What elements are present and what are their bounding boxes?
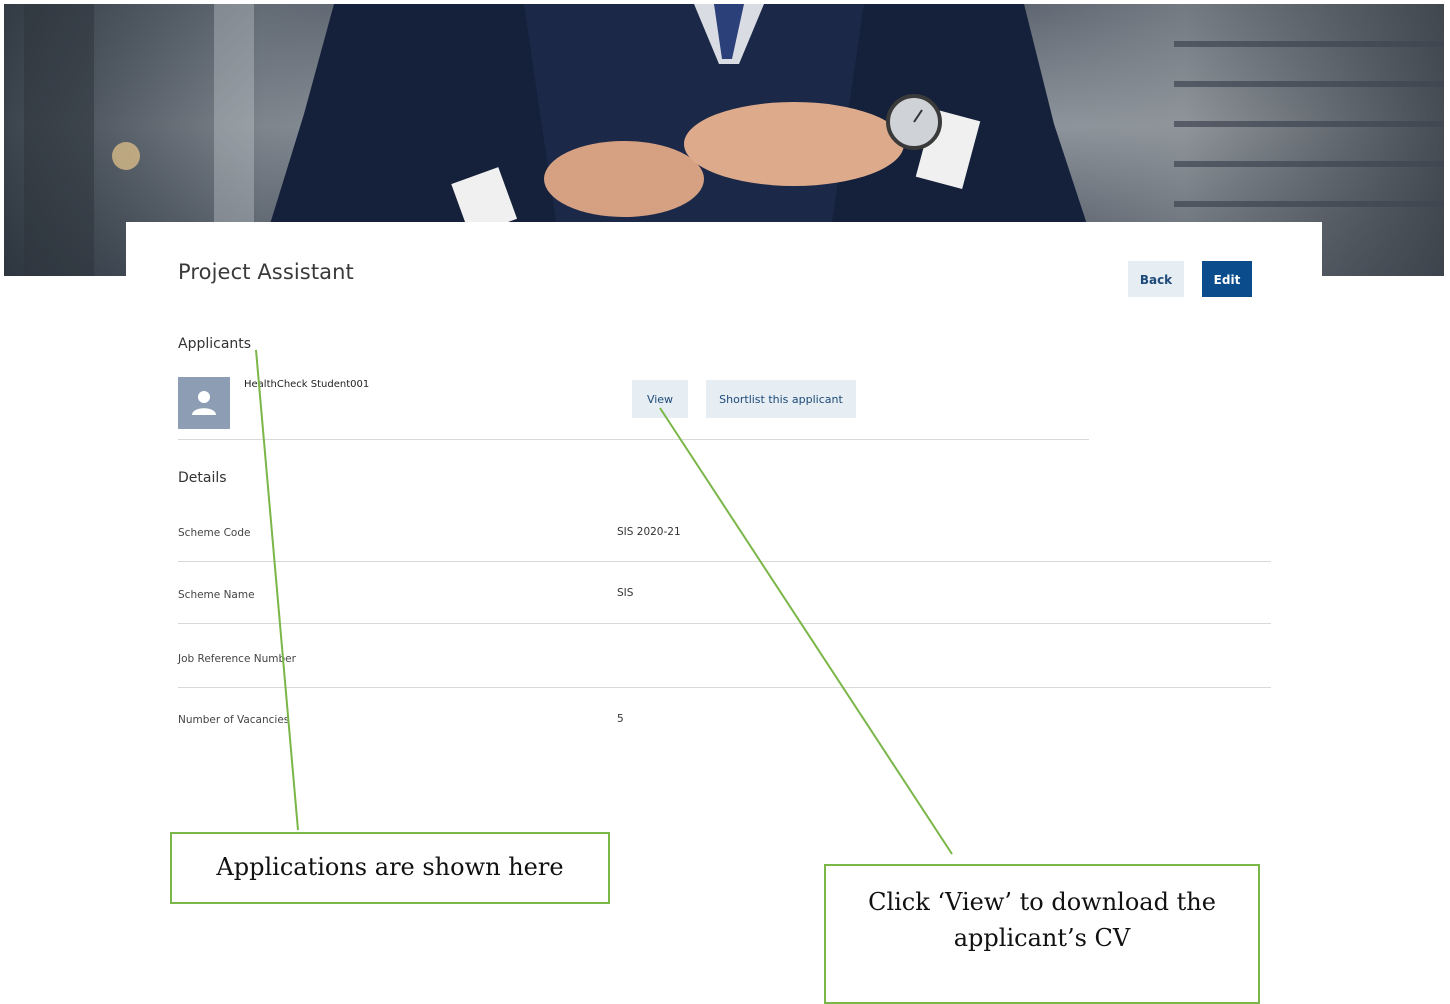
edit-button[interactable]: Edit (1202, 261, 1252, 297)
detail-value: SIS (617, 587, 634, 599)
applicants-heading: Applicants (178, 336, 252, 352)
detail-label: Number of Vacancies (178, 714, 290, 726)
back-button[interactable]: Back (1128, 261, 1184, 297)
user-silhouette-icon (192, 391, 216, 415)
detail-label: Scheme Code (178, 527, 251, 539)
row-divider (178, 561, 1271, 562)
detail-label: Job Reference Number (178, 653, 296, 665)
detail-value: 5 (617, 713, 624, 725)
view-callout: Click ‘View’ to download the applicant’s… (824, 864, 1260, 1004)
shortlist-applicant-button[interactable]: Shortlist this applicant (706, 380, 856, 418)
page-title: Project Assistant (178, 260, 354, 284)
row-divider (178, 623, 1271, 624)
applicant-avatar (178, 377, 230, 429)
row-divider (178, 687, 1271, 688)
detail-value: SIS 2020-21 (617, 526, 681, 538)
details-heading: Details (178, 470, 227, 486)
applicant-name[interactable]: HealthCheck Student001 (244, 379, 369, 390)
view-callout-line2: applicant’s CV (953, 924, 1131, 952)
applicants-divider (178, 439, 1089, 440)
view-applicant-button[interactable]: View (632, 380, 688, 418)
view-callout-line1: Click ‘View’ to download the (868, 888, 1216, 916)
detail-label: Scheme Name (178, 589, 255, 601)
applications-callout: Applications are shown here (170, 832, 610, 904)
